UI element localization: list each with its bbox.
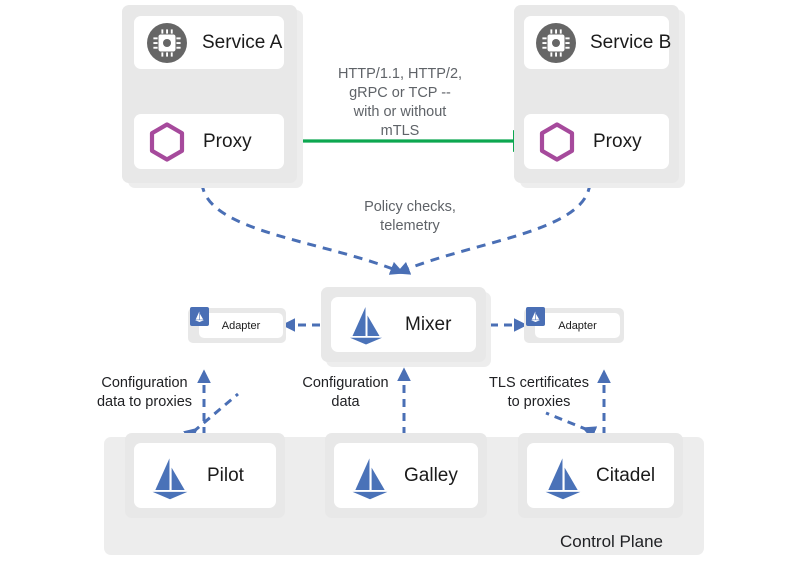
left-adapter-card[interactable]: Adapter — [199, 313, 283, 338]
tls-certificates-note: TLS certificates to proxies — [489, 375, 589, 410]
protocol-note: HTTP/1.1, HTTP/2, gRPC or TCP -- with or… — [337, 66, 463, 139]
config-data-to-proxies-note: Configuration data to proxies — [96, 375, 193, 410]
service-b-card[interactable]: Service B — [524, 16, 672, 69]
istio-sail-badge-icon — [190, 307, 209, 326]
right-adapter-label: Adapter — [558, 319, 597, 332]
citadel-card[interactable]: Citadel — [527, 443, 674, 508]
hexagon-icon — [145, 120, 189, 164]
istio-sail-icon — [145, 453, 191, 499]
control-plane-label: Control Plane — [560, 532, 664, 551]
pilot-card[interactable]: Pilot — [134, 443, 276, 508]
proxy-b-label: Proxy — [593, 130, 642, 152]
mixer-card[interactable]: Mixer — [331, 297, 476, 352]
config-data-note: Configuration data — [302, 375, 389, 410]
service-a-card[interactable]: Service A — [134, 16, 284, 69]
galley-label: Galley — [404, 464, 458, 486]
istio-sail-icon — [538, 453, 584, 499]
proxy-a-card[interactable]: Proxy — [134, 114, 284, 169]
diagram-canvas: Service A Proxy Service B Proxy HTTP/1.1… — [0, 0, 787, 567]
service-b-label: Service B — [590, 31, 672, 53]
dashed-pilot-to-proxy — [183, 392, 239, 442]
mixer-label: Mixer — [405, 313, 452, 335]
cpu-chip-icon — [146, 22, 188, 64]
hexagon-icon — [535, 120, 579, 164]
galley-card[interactable]: Galley — [334, 443, 478, 508]
istio-sail-badge-icon — [526, 307, 545, 326]
istio-sail-icon — [345, 453, 391, 499]
istio-sail-icon — [343, 302, 389, 348]
cpu-chip-icon — [535, 22, 577, 64]
dashed-citadel-to-proxy — [545, 411, 598, 440]
pilot-label: Pilot — [207, 464, 244, 486]
policy-telemetry-note: Policy checks, telemetry — [364, 199, 456, 234]
left-adapter-label: Adapter — [221, 319, 261, 332]
citadel-label: Citadel — [596, 464, 656, 486]
service-a-label: Service A — [202, 31, 283, 53]
proxy-b-card[interactable]: Proxy — [524, 114, 669, 169]
proxy-a-label: Proxy — [203, 130, 252, 152]
right-adapter-card[interactable]: Adapter — [535, 313, 620, 338]
